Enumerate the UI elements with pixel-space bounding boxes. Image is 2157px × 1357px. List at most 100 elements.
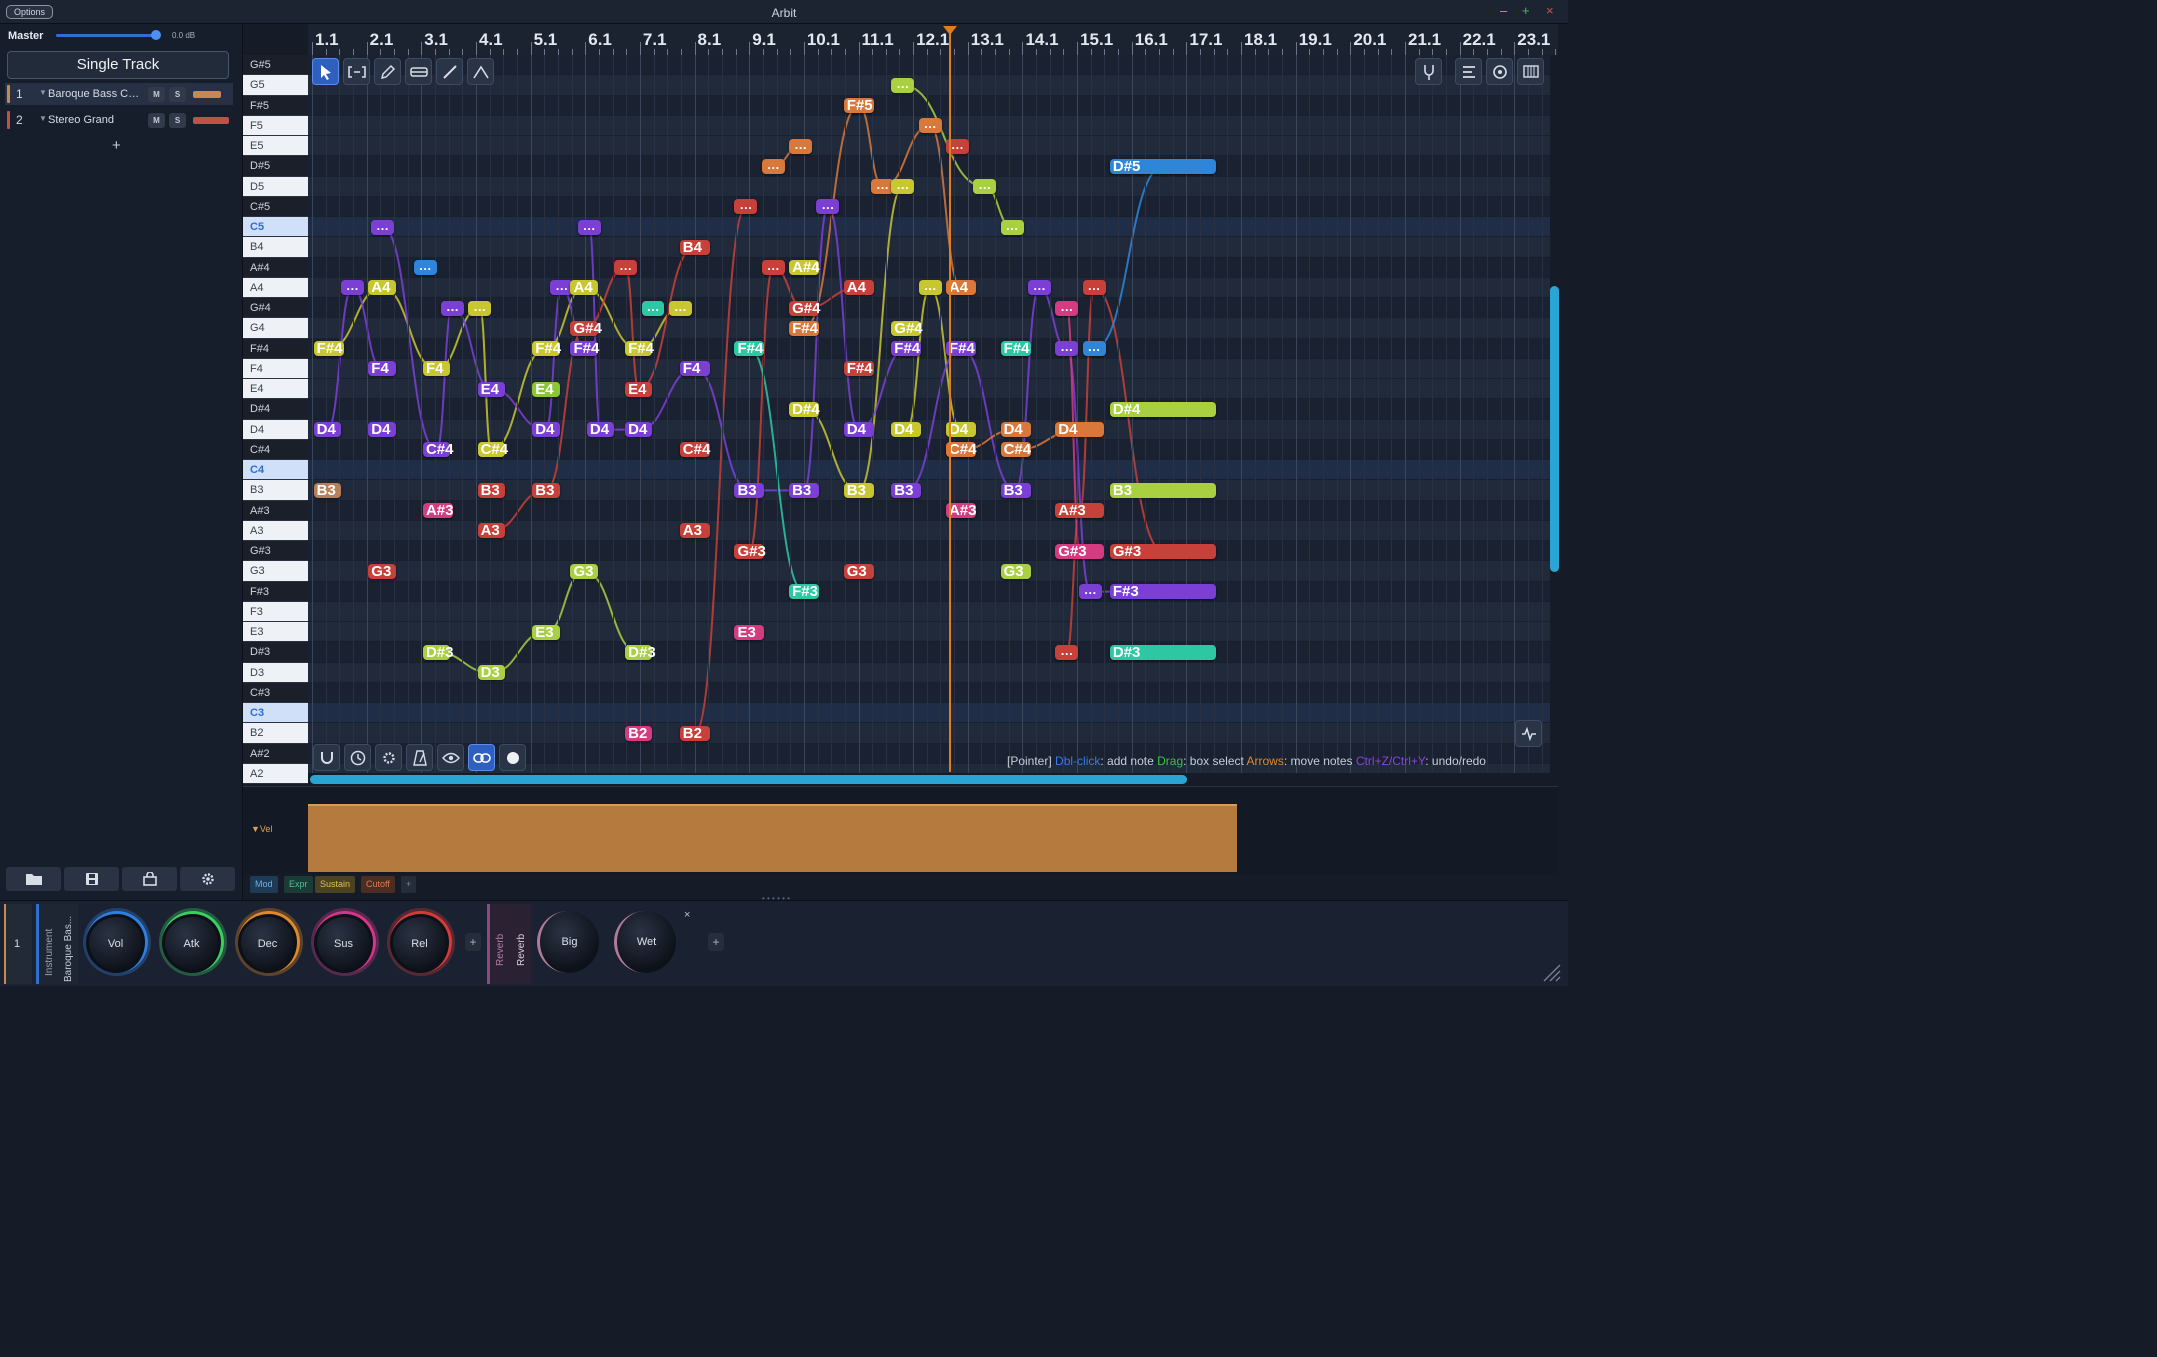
rack-track-slot[interactable]: 1	[4, 904, 32, 984]
midi-note[interactable]: …	[1055, 644, 1079, 660]
midi-note[interactable]: G3	[368, 563, 396, 579]
record-button[interactable]	[499, 744, 526, 771]
midi-note[interactable]: …	[641, 300, 665, 316]
loop-button[interactable]	[1486, 58, 1513, 85]
timeline-ruler[interactable]: 1.1 2.1 3.1 4.1 5.1 6.1 7.1 8.1 9.1 10.1 11.1 12.1 1…	[308, 24, 1558, 55]
bar-label[interactable]: 23.1	[1517, 30, 1550, 50]
bar-label[interactable]: 15.1	[1080, 30, 1113, 50]
bar-label[interactable]: 8.1	[698, 30, 722, 50]
midi-note[interactable]: A3	[477, 523, 505, 539]
piano-key[interactable]: D#4	[243, 399, 308, 420]
midi-note[interactable]: D4	[1055, 422, 1105, 438]
midi-note[interactable]: …	[371, 219, 394, 235]
midi-note[interactable]: D#3	[1109, 644, 1217, 660]
midi-note[interactable]: F#3	[1109, 584, 1217, 600]
piano-key[interactable]: G3	[243, 561, 308, 582]
midi-note[interactable]: …	[1055, 300, 1079, 316]
midi-note[interactable]: D#4	[1109, 401, 1217, 417]
playhead-marker-icon[interactable]	[943, 26, 957, 36]
piano-key[interactable]: B3	[243, 480, 308, 501]
midi-note[interactable]: B3	[532, 482, 560, 498]
bar-label[interactable]: 1.1	[315, 30, 339, 50]
open-folder-button[interactable]	[6, 867, 61, 891]
knob-rel[interactable]: Rel	[390, 911, 452, 973]
bar-label[interactable]: 2.1	[370, 30, 394, 50]
bar-label[interactable]: 19.1	[1299, 30, 1332, 50]
piano-key[interactable]: A#4	[243, 257, 308, 278]
midi-note[interactable]: C#4	[679, 442, 710, 458]
midi-note[interactable]: G3	[843, 563, 874, 579]
midi-note[interactable]: B3	[1000, 482, 1031, 498]
close-button[interactable]: ×	[1546, 3, 1554, 18]
midi-note[interactable]: F#5	[843, 98, 874, 114]
midi-note[interactable]: G3	[570, 563, 598, 579]
midi-note[interactable]: C#4	[422, 442, 453, 458]
midi-note[interactable]: B3	[843, 482, 874, 498]
piano-keyboard[interactable]: G#5 G5 F#5 F5 E5 D#5 D5 C#5 C5 B4 A#4 A4 G#4 G4 F#4 F4 E…	[243, 55, 308, 784]
piano-key[interactable]: G#4	[243, 298, 308, 319]
bar-label[interactable]: 10.1	[807, 30, 840, 50]
piano-key[interactable]: F3	[243, 601, 308, 622]
track-row-1[interactable]: 1 ▼ Baroque Bass Continuo M S	[5, 83, 233, 105]
midi-note[interactable]: A#3	[422, 503, 453, 519]
midi-note[interactable]: G#4	[789, 300, 820, 316]
midi-note[interactable]: F4	[679, 361, 710, 377]
midi-note[interactable]: …	[440, 300, 464, 316]
align-button[interactable]	[1455, 58, 1482, 85]
midi-note[interactable]: …	[577, 219, 601, 235]
bar-label[interactable]: 17.1	[1189, 30, 1222, 50]
master-volume-handle[interactable]	[151, 30, 161, 40]
piano-key[interactable]: C4	[243, 460, 308, 481]
midi-note[interactable]: C#4	[477, 442, 508, 458]
piano-key[interactable]: D#5	[243, 156, 308, 177]
keyboard-view-button[interactable]	[1517, 58, 1544, 85]
midi-note[interactable]: G#3	[1055, 543, 1105, 559]
midi-note[interactable]: G#3	[1109, 543, 1217, 559]
save-button[interactable]	[64, 867, 119, 891]
midi-note[interactable]: A4	[368, 280, 396, 296]
piano-key[interactable]: F#3	[243, 581, 308, 602]
midi-note[interactable]: D#4	[789, 401, 820, 417]
midi-note[interactable]: G3	[1000, 563, 1031, 579]
bar-label[interactable]: 5.1	[534, 30, 558, 50]
tempo-button[interactable]	[344, 744, 371, 771]
midi-note[interactable]: F#3	[789, 584, 820, 600]
midi-note[interactable]: D#5	[1109, 158, 1217, 174]
midi-note[interactable]: B3	[891, 482, 922, 498]
midi-note[interactable]: B3	[1109, 482, 1217, 498]
midi-note[interactable]: D4	[843, 422, 874, 438]
midi-note[interactable]: D4	[1000, 422, 1031, 438]
midi-note[interactable]: F#4	[313, 341, 344, 357]
bar-label[interactable]: 13.1	[971, 30, 1004, 50]
tuning-fork-button[interactable]	[1415, 58, 1442, 85]
midi-note[interactable]: F#4	[734, 341, 765, 357]
add-track-button[interactable]: +	[112, 137, 121, 154]
reverb-header[interactable]: Reverb Reverb	[487, 904, 531, 984]
single-track-button[interactable]: Single Track	[7, 51, 229, 79]
piano-roll-grid[interactable]: F#4 D4 B3 … A4 … F4 D4 G3 … F4 … C#4 A#3 D#3 … E4 C#4 B3 A3…	[308, 55, 1550, 773]
midi-note[interactable]: B3	[789, 482, 820, 498]
midi-note[interactable]: …	[761, 259, 785, 276]
midi-note[interactable]: D4	[313, 422, 341, 438]
track-row-2[interactable]: 2 ▼ Stereo Grand M S	[5, 109, 233, 131]
midi-note[interactable]: A4	[570, 280, 598, 296]
midi-note[interactable]: D4	[532, 422, 560, 438]
maximize-button[interactable]: +	[1522, 3, 1530, 18]
master-volume-slider[interactable]	[56, 34, 156, 37]
range-select-tool[interactable]	[343, 58, 370, 85]
track-volume-bar[interactable]	[193, 117, 229, 124]
piano-key[interactable]: D5	[243, 176, 308, 197]
velocity-bar[interactable]	[308, 804, 1237, 872]
piano-key[interactable]: G4	[243, 318, 308, 339]
track-volume-bar[interactable]	[193, 91, 221, 98]
piano-key[interactable]: E5	[243, 136, 308, 157]
pointer-tool[interactable]	[312, 58, 339, 85]
midi-note[interactable]: E3	[734, 624, 765, 640]
midi-note[interactable]: E4	[625, 381, 653, 397]
midi-note[interactable]: …	[891, 77, 915, 93]
midi-note[interactable]: E4	[477, 381, 505, 397]
midi-note[interactable]: …	[973, 178, 997, 195]
piano-key[interactable]: G#5	[243, 55, 308, 76]
piano-key[interactable]: C#3	[243, 682, 308, 703]
bar-label[interactable]: 9.1	[752, 30, 776, 50]
